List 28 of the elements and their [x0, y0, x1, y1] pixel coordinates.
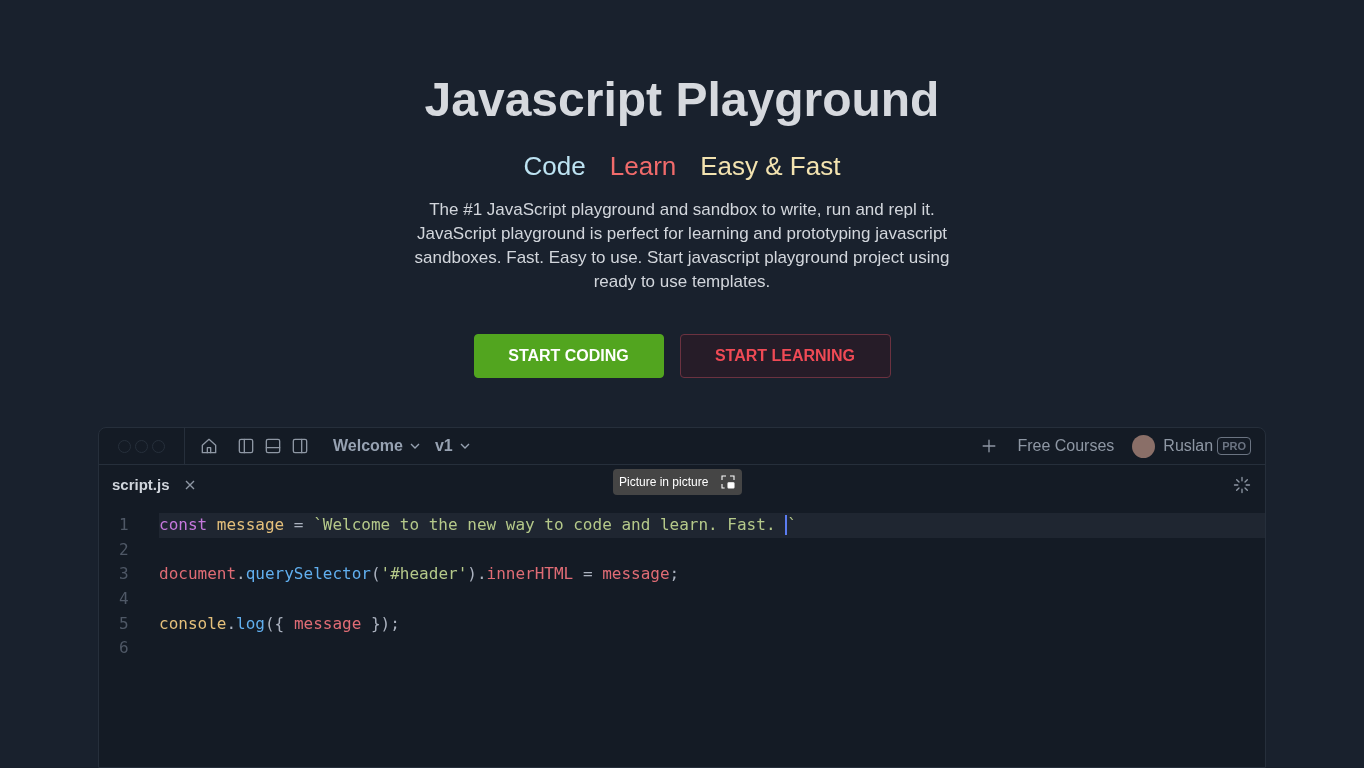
home-icon[interactable]	[199, 436, 219, 456]
bottom-panel-icon[interactable]	[263, 436, 283, 456]
line-number: 2	[118, 538, 130, 561]
tagline: Code	[523, 150, 586, 183]
pro-badge: PRO	[1217, 436, 1251, 456]
page-title: Javascript Playground	[424, 72, 940, 128]
line-number: 4	[118, 588, 130, 611]
free-courses-link[interactable]: Free Courses	[1017, 434, 1115, 458]
file-tab[interactable]: script.js	[112, 473, 198, 497]
right-panel-icon[interactable]	[290, 436, 310, 456]
user-name: Ruslan	[1163, 436, 1214, 456]
tagline: Learn	[609, 150, 677, 183]
line-number: 6	[118, 637, 130, 660]
version-dropdown[interactable]: v1	[434, 434, 473, 458]
avatar-icon[interactable]	[1132, 434, 1156, 458]
code-line: console.log({ message });	[159, 612, 401, 635]
left-panel-icon[interactable]	[236, 436, 256, 456]
code-line: document.querySelector('#header').innerHTML = message;	[159, 563, 681, 586]
tagline: Easy & Fast	[700, 150, 841, 183]
line-number: 1	[118, 514, 130, 537]
loading-spinner-icon	[1232, 475, 1252, 495]
tooltip-text: Picture in picture	[619, 474, 709, 491]
start-learning-button[interactable]: START LEARNING	[679, 334, 891, 378]
picture-in-picture-icon	[720, 474, 737, 490]
line-number: 3	[118, 563, 130, 586]
line-number: 5	[118, 612, 130, 635]
description: The #1 JavaScript playground and sandbox to write, run and repl it. JavaScript playground is perfect for learning and prototyping javascript sandboxes. Fast. Easy to use. Start javascript playground project using ready to use templates.	[413, 199, 951, 293]
project-dropdown[interactable]: Welcome	[333, 434, 423, 458]
